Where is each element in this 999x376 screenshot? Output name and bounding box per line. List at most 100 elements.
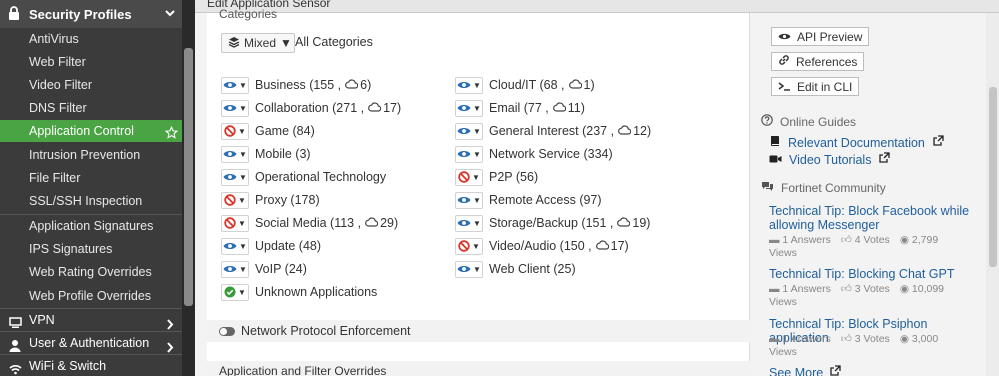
video-tutorials-link[interactable]: Video Tutorials (769, 152, 891, 167)
monitor-eye-icon (457, 264, 471, 274)
sidebar-item-video-filter[interactable]: Video Filter (0, 74, 182, 96)
cloud-count: 1) (583, 78, 595, 92)
sidebar-item-web-filter[interactable]: Web Filter (0, 51, 182, 73)
caret-down-icon: ▼ (473, 80, 481, 90)
category-action-dropdown[interactable]: ▼ (221, 145, 249, 163)
comment-icon: ▬ (769, 283, 780, 295)
sidebar-item-file-filter[interactable]: File Filter (0, 167, 182, 189)
sidebar-item-application-control[interactable]: Application Control (0, 120, 182, 142)
mixed-label: Mixed (244, 36, 277, 50)
fortinet-community-header: Fortinet Community (761, 181, 886, 195)
category-action-dropdown[interactable]: ▼ (221, 237, 249, 255)
sidebar-item-label: File Filter (29, 171, 81, 185)
caret-down-icon: ▼ (473, 264, 481, 274)
community-tip-link[interactable]: Technical Tip: Block Facebook while allo… (769, 204, 984, 232)
category-action-dropdown[interactable]: ▼ (221, 260, 249, 278)
category-action-dropdown[interactable]: ▼ (455, 145, 483, 163)
caret-down-icon: ▼ (472, 241, 480, 251)
online-guides-label: Online Guides (780, 114, 857, 129)
category-action-dropdown[interactable]: ▼ (455, 122, 483, 140)
category-action-dropdown[interactable]: ▼ (221, 191, 249, 209)
layers-icon (228, 36, 240, 51)
sidebar-item-intrusion-prevention[interactable]: Intrusion Prevention (0, 144, 182, 166)
sidebar-item-antivirus[interactable]: AntiVirus (0, 28, 182, 50)
edit-in-cli-button[interactable]: Edit in CLI (771, 77, 860, 96)
category-action-dropdown[interactable]: ▼ (221, 99, 249, 117)
category-label: Video/Audio (150 , (489, 239, 592, 253)
community-tip-link[interactable]: Technical Tip: Blocking Chat GPT (769, 267, 984, 281)
right-panel-scrollbar-thumb[interactable] (989, 87, 997, 267)
star-icon[interactable] (164, 124, 179, 146)
category-label: Email (77 , (489, 101, 549, 115)
category-row: ▼ Video/Audio (150 , 17) (455, 237, 629, 255)
category-label: Proxy (178) (255, 193, 320, 207)
caret-down-icon: ▼ (238, 218, 246, 228)
sidebar-item-ssl-ssh-inspection[interactable]: SSL/SSH Inspection (0, 190, 182, 212)
sidebar-scrollbar-thumb[interactable] (184, 48, 193, 306)
votes-count: 4 Votes (854, 234, 890, 246)
sidebar-item-dns-filter[interactable]: DNS Filter (0, 97, 182, 119)
sidebar-item-web-profile-overrides[interactable]: Web Profile Overrides (0, 285, 182, 307)
relevant-documentation-link[interactable]: Relevant Documentation (769, 135, 944, 150)
category-action-dropdown[interactable]: ▼ (221, 168, 249, 186)
votes-count: 3 Votes (854, 283, 890, 295)
category-label: Storage/Backup (151 , (489, 216, 614, 230)
comment-icon: ▬ (769, 333, 780, 345)
comment-icon: ▬ (769, 234, 780, 246)
category-row: ▼ Network Service (334) (455, 145, 613, 163)
sidebar-item-application-signatures[interactable]: Application Signatures (0, 214, 182, 236)
api-preview-button[interactable]: API Preview (771, 27, 870, 46)
cloud-icon (617, 216, 631, 230)
sidebar-section-security-profiles[interactable]: Security Profiles (0, 0, 182, 28)
category-action-dropdown[interactable]: ▼ (455, 260, 483, 278)
category-action-dropdown[interactable]: ▼ (455, 214, 483, 232)
sidebar-item-label: Application Control (29, 124, 134, 138)
references-button[interactable]: References (771, 52, 865, 71)
sidebar-item-label: Application Signatures (29, 219, 154, 233)
sidebar-group-wifi-switch[interactable]: WiFi & Switch (0, 354, 182, 376)
mixed-action-dropdown[interactable]: Mixed ▼ (221, 33, 295, 53)
category-action-dropdown[interactable]: ▼ (221, 122, 249, 140)
caret-down-icon: ▼ (473, 149, 481, 159)
monitor-eye-icon (457, 126, 471, 136)
sidebar-item-web-rating-overrides[interactable]: Web Rating Overrides (0, 261, 182, 283)
cloud-icon (365, 216, 379, 230)
monitor-eye-icon (223, 149, 237, 159)
allow-check-icon (224, 286, 236, 298)
sidebar-item-ips-signatures[interactable]: IPS Signatures (0, 238, 182, 260)
caret-down-icon: ▼ (472, 172, 480, 182)
book-icon (769, 135, 781, 150)
sidebar-group-user-authentication[interactable]: User & Authentication (0, 331, 182, 354)
category-label: Network Service (334) (489, 147, 613, 161)
cloud-count: 17) (383, 101, 402, 115)
api-preview-label: API Preview (797, 29, 863, 44)
terminal-icon (778, 80, 791, 94)
caret-down-icon: ▼ (238, 195, 246, 205)
category-label: Operational Technology (255, 170, 387, 184)
caret-down-icon: ▼ (473, 195, 481, 205)
category-label: Collaboration (271 , (255, 101, 365, 115)
block-icon (458, 171, 470, 183)
monitor-eye-icon (223, 80, 237, 90)
category-action-dropdown[interactable]: ▼ (455, 99, 483, 117)
category-label: General Interest (237 , (489, 124, 615, 138)
external-link-icon (878, 152, 891, 167)
votes-count: 3 Votes (854, 333, 890, 345)
category-action-dropdown[interactable]: ▼ (455, 76, 483, 94)
eye-icon: ◉ (899, 283, 909, 295)
category-action-dropdown[interactable]: ▼ (221, 214, 249, 232)
cloud-count: 6) (360, 78, 372, 92)
video-tutorials-label: Video Tutorials (789, 152, 872, 167)
category-action-dropdown[interactable]: ▼ (455, 237, 483, 255)
sidebar-group-vpn[interactable]: VPN (0, 308, 182, 331)
category-action-dropdown[interactable]: ▼ (455, 191, 483, 209)
category-action-dropdown[interactable]: ▼ (455, 168, 483, 186)
category-action-dropdown[interactable]: ▼ (221, 76, 249, 94)
category-row: ▼ Unknown Applications (221, 283, 377, 301)
thumbs-up-icon: 👍︎ (840, 234, 852, 246)
see-more-link[interactable]: See More (769, 365, 841, 376)
references-label: References (796, 54, 858, 69)
sidebar-item-label: Web Rating Overrides (29, 265, 152, 279)
category-action-dropdown[interactable]: ▼ (221, 283, 249, 301)
network-protocol-enforcement-toggle[interactable] (219, 326, 235, 336)
